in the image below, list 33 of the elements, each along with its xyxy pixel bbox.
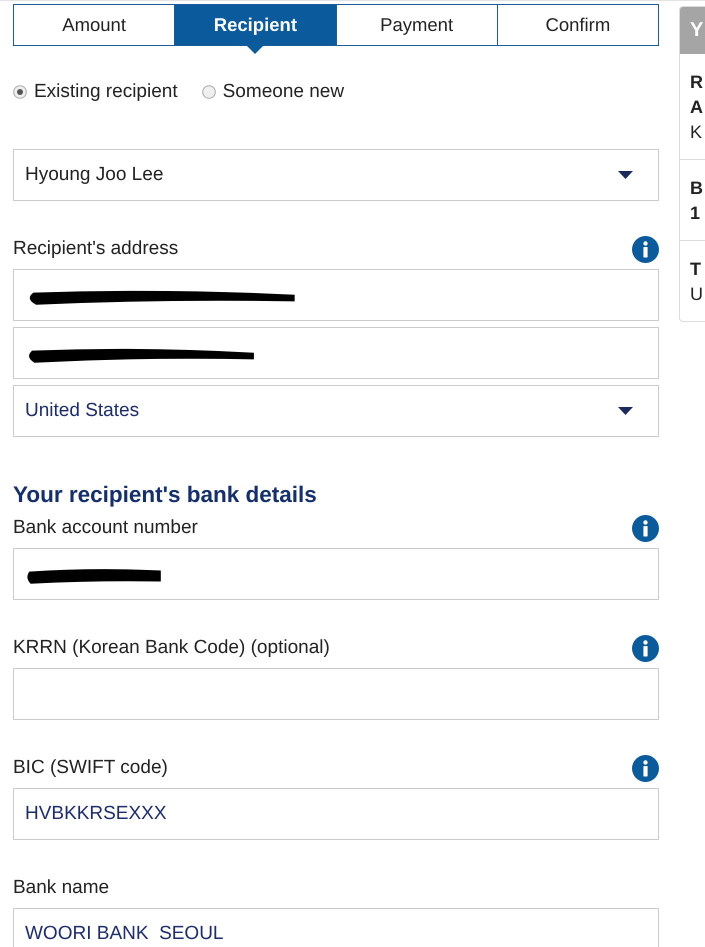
- address-field[interactable]: [13, 269, 659, 321]
- radio-button[interactable]: [202, 85, 216, 99]
- field-label: Recipient's address: [13, 238, 178, 260]
- radio-button[interactable]: [13, 85, 27, 99]
- input-field[interactable]: WOORI BANK SEOUL: [13, 908, 659, 947]
- caret-icon: [618, 407, 633, 415]
- input-field[interactable]: HVBKKRSEXXX: [13, 788, 659, 840]
- section-heading: Your recipient's bank details: [13, 481, 318, 509]
- summary-text: A: [690, 96, 703, 119]
- summary-text: 1: [690, 202, 700, 225]
- input-field[interactable]: [13, 548, 659, 600]
- info-icon[interactable]: [632, 236, 659, 262]
- summary-text: K: [690, 121, 702, 144]
- field-label: KRRN (Korean Bank Code) (optional): [13, 637, 330, 659]
- radio-label[interactable]: Existing recipient: [34, 81, 178, 103]
- summary-text: U: [690, 283, 703, 306]
- field-label: BIC (SWIFT code): [13, 757, 168, 779]
- summary-text: B: [690, 177, 703, 200]
- radio-label[interactable]: Someone new: [222, 81, 344, 103]
- address-field[interactable]: [13, 327, 659, 379]
- info-icon[interactable]: [632, 754, 659, 782]
- input-field[interactable]: [13, 668, 659, 720]
- recipient-dropdown[interactable]: Hyoung Joo Lee: [13, 149, 659, 201]
- field-label: Bank name: [13, 877, 110, 899]
- info-icon[interactable]: [632, 514, 659, 542]
- panel-title: Y: [690, 19, 704, 42]
- country-dropdown[interactable]: United States: [13, 385, 659, 437]
- field-label: Bank account number: [13, 517, 198, 539]
- info-icon[interactable]: [632, 634, 659, 662]
- caret-icon: [618, 171, 633, 179]
- summary-text: R: [690, 71, 703, 94]
- summary-text: T: [690, 258, 701, 281]
- tab-pointer-icon: [246, 45, 264, 54]
